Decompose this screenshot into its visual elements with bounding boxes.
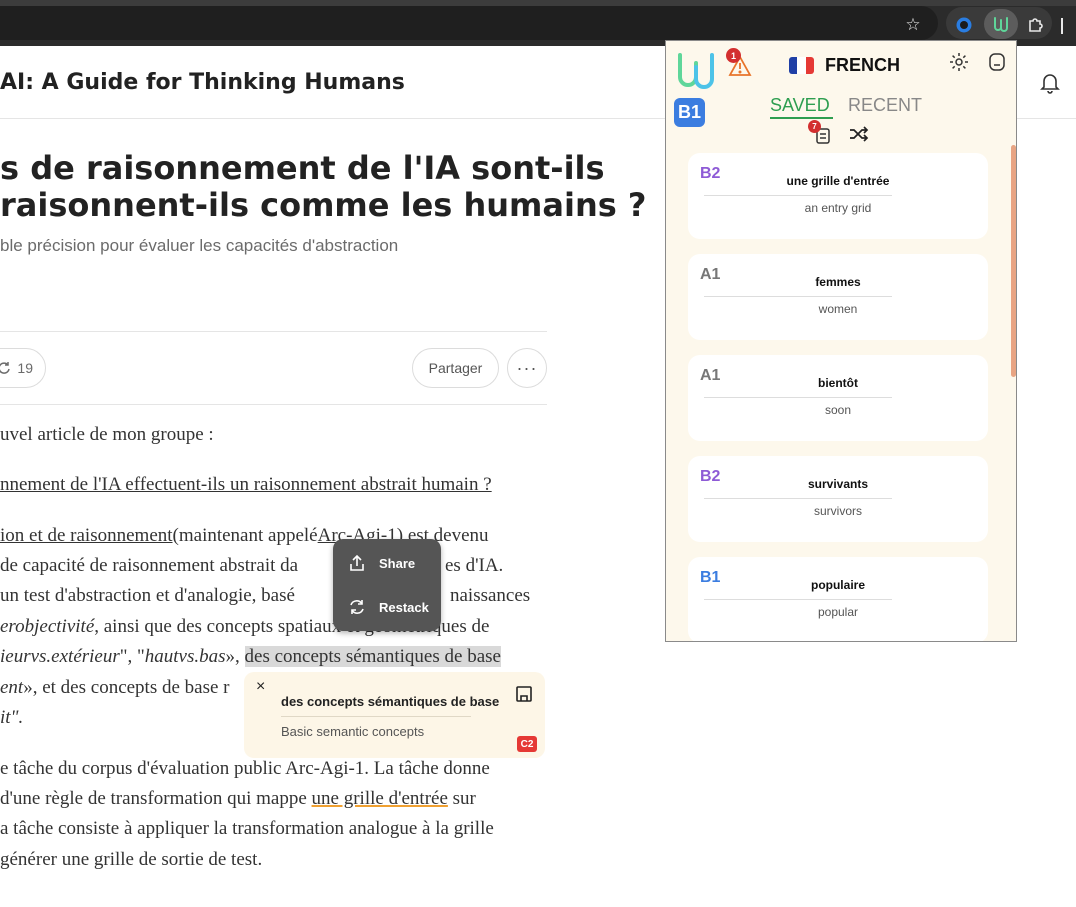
french-flag-icon bbox=[789, 57, 814, 74]
article-text: ieurvs.extérieur bbox=[0, 646, 120, 667]
context-share-label: Share bbox=[379, 555, 416, 571]
popup-translation: Basic semantic concepts bbox=[281, 724, 425, 739]
article-text: », et des concepts de base r bbox=[23, 677, 230, 698]
site-title[interactable]: AI: A Guide for Thinking Humans bbox=[0, 70, 405, 95]
article-text: ent bbox=[0, 677, 24, 698]
user-level-badge[interactable]: B1 bbox=[674, 98, 705, 127]
article-line: ieurvs.extérieur", "hautvs.bas», des con… bbox=[0, 642, 501, 672]
address-bar[interactable] bbox=[0, 6, 938, 40]
language-label[interactable]: FRENCH bbox=[825, 55, 900, 76]
app-logo-icon[interactable] bbox=[674, 49, 718, 91]
article-title: s de raisonnement de l'IA sont-ils raiso… bbox=[0, 150, 646, 224]
restack-count: 19 bbox=[17, 360, 33, 376]
article-text: erobjectivité bbox=[0, 616, 95, 637]
article-line-end: naissances bbox=[450, 585, 531, 606]
article-text: sur bbox=[447, 788, 476, 809]
article-text: (maintenant appelé bbox=[172, 525, 318, 546]
word-card-word: survivants bbox=[807, 477, 869, 491]
word-card-translation: survivors bbox=[813, 504, 862, 518]
context-restack-item[interactable]: Restack bbox=[347, 597, 429, 617]
panel-scrollbar[interactable] bbox=[1011, 145, 1016, 377]
article-line-end: es d'IA. bbox=[445, 555, 504, 576]
popup-level-badge: C2 bbox=[517, 736, 537, 752]
extension-panel: 1 FRENCH B1 SAVED RECENT 7 B2 une grille … bbox=[665, 40, 1017, 642]
word-card[interactable]: A1 bientôt soon bbox=[688, 355, 988, 441]
article-text: de capacité de raisonnement abstrait da bbox=[0, 555, 299, 576]
deck-count-badge: 7 bbox=[808, 120, 821, 133]
word-card-word: populaire bbox=[810, 578, 865, 592]
star-icon[interactable]: ☆ bbox=[900, 12, 926, 38]
highlighted-selection[interactable]: des concepts sémantiques de base bbox=[244, 646, 501, 667]
article-text: », bbox=[225, 646, 245, 667]
tab-recent[interactable]: RECENT bbox=[848, 95, 922, 116]
word-card-divider bbox=[704, 397, 892, 398]
word-card[interactable]: B2 survivants survivors bbox=[688, 456, 988, 542]
article-link[interactable]: nnement de l'IA effectuent-ils un raison… bbox=[0, 470, 492, 500]
word-card-translation: soon bbox=[824, 403, 852, 417]
article-line: ent», et des concepts de base r bbox=[0, 673, 230, 703]
word-card-word: femmes bbox=[815, 275, 861, 289]
word-card-divider bbox=[704, 296, 892, 297]
action-bar-top-divider bbox=[0, 331, 547, 332]
article-text: ", " bbox=[119, 646, 145, 667]
popup-word: des concepts sémantiques de base bbox=[281, 694, 500, 709]
article-link[interactable]: ion et de raisonnement bbox=[0, 525, 173, 546]
tab-saved[interactable]: SAVED bbox=[770, 95, 830, 116]
alert-count-badge: 1 bbox=[726, 48, 741, 63]
article-title-line2: raisonnent-ils comme les humains ? bbox=[0, 186, 647, 224]
word-card[interactable]: B1 populaire popular bbox=[688, 557, 988, 641]
close-icon[interactable]: × bbox=[256, 678, 265, 696]
save-word-icon[interactable] bbox=[514, 684, 534, 704]
article-line: générer une grille de sortie de test. bbox=[0, 849, 263, 870]
word-card[interactable]: A1 femmes women bbox=[688, 254, 988, 340]
word-card-word: bientôt bbox=[818, 376, 858, 390]
article-title-line1: s de raisonnement de l'IA sont-ils bbox=[0, 149, 605, 187]
word-card-translation: women bbox=[818, 302, 858, 316]
restack-icon bbox=[0, 362, 11, 374]
sidebar-icon[interactable] bbox=[986, 51, 1008, 73]
context-restack-label: Restack bbox=[379, 599, 429, 615]
word-card-divider bbox=[704, 498, 892, 499]
gear-icon[interactable] bbox=[948, 51, 970, 73]
popup-divider bbox=[281, 716, 471, 717]
article-line: d'une règle de transformation qui mappe … bbox=[0, 784, 476, 814]
word-card-translation: an entry grid bbox=[804, 201, 872, 215]
article-line: it". bbox=[0, 703, 23, 733]
action-bar-bottom-divider bbox=[0, 404, 547, 405]
restack-count-button[interactable]: 19 bbox=[0, 348, 46, 388]
word-card-word: une grille d'entrée bbox=[786, 174, 890, 188]
puzzle-icon[interactable] bbox=[1023, 12, 1049, 38]
shuffle-icon[interactable] bbox=[848, 125, 870, 143]
word-card-divider bbox=[704, 195, 892, 196]
share-icon bbox=[350, 554, 364, 571]
tab-saved-underline bbox=[770, 117, 833, 119]
word-card[interactable]: B2 une grille d'entrée an entry grid bbox=[688, 153, 988, 239]
article-text: hautvs.bas bbox=[144, 646, 226, 667]
saved-word-underline[interactable]: une grille d'entrée bbox=[312, 788, 448, 809]
extension-active-icon[interactable] bbox=[988, 12, 1014, 38]
article-paragraph: uvel article de mon groupe : bbox=[0, 424, 214, 445]
article-line: de capacité de raisonnement abstrait da bbox=[0, 551, 298, 581]
extension-blue-icon[interactable] bbox=[951, 12, 977, 38]
article-text: it". bbox=[0, 707, 24, 728]
toolbar-separator bbox=[1061, 18, 1063, 34]
word-card-translation: popular bbox=[817, 605, 859, 619]
selection-context-menu: Share Restack bbox=[333, 539, 441, 631]
more-options-button[interactable]: ··· bbox=[507, 348, 547, 388]
restack-icon bbox=[350, 600, 364, 614]
context-share-item[interactable]: Share bbox=[347, 553, 415, 573]
article-subtitle: ble précision pour évaluer les capacités… bbox=[0, 236, 399, 255]
word-card-divider bbox=[704, 599, 892, 600]
article-line: un test d'abstraction et d'analogie, bas… bbox=[0, 585, 295, 606]
article-text: d'une règle de transformation qui mappe bbox=[0, 788, 312, 809]
share-button[interactable]: Partager bbox=[412, 348, 499, 388]
word-translation-popup: × des concepts sémantiques de base Basic… bbox=[244, 672, 545, 758]
article-line: e tâche du corpus d'évaluation public Ar… bbox=[0, 758, 490, 779]
bell-icon[interactable] bbox=[1038, 70, 1062, 96]
article-line: a tâche consiste à appliquer la transfor… bbox=[0, 818, 494, 839]
